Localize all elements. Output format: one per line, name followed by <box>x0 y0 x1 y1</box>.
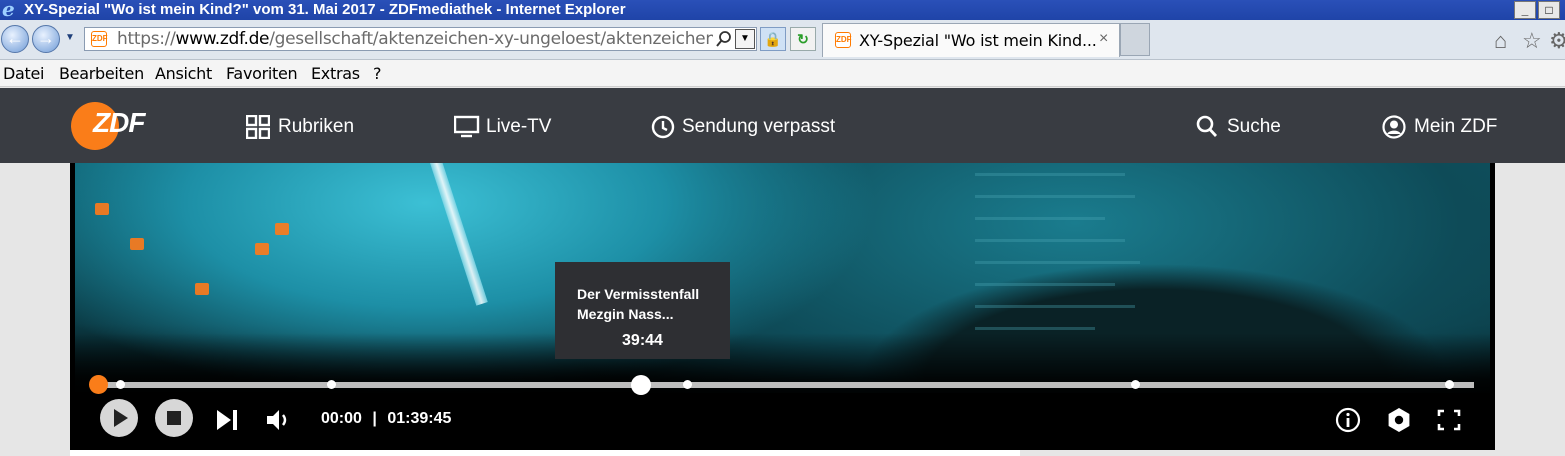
total-duration: 01:39:45 <box>387 410 452 427</box>
page-background-right <box>1495 163 1565 456</box>
home-icon[interactable]: ⌂ <box>1494 28 1507 54</box>
video-detail <box>975 327 1095 330</box>
refresh-icon[interactable]: ↻ <box>790 27 816 51</box>
nav-sendung-verpasst[interactable]: Sendung verpasst <box>651 115 851 139</box>
nav-suche[interactable]: Suche <box>1196 115 1296 139</box>
grid-icon <box>246 115 270 139</box>
video-detail <box>975 239 1125 242</box>
video-detail <box>255 243 269 255</box>
current-time: 00:00 <box>321 410 362 427</box>
nav-rubriken[interactable]: Rubriken <box>246 115 366 139</box>
site-header: ZDF Rubriken Live-TV Sendung verpasst Su… <box>0 88 1565 163</box>
site-favicon-icon: ZDF <box>91 31 108 47</box>
video-detail <box>975 217 1105 220</box>
time-separator: | <box>372 410 377 427</box>
next-chapter-icon[interactable] <box>215 408 241 432</box>
video-light-streak <box>430 163 488 306</box>
chapter-tooltip: Der Vermisstenfall Mezgin Nass... 39:44 <box>555 262 730 359</box>
controls-gradient <box>70 333 1495 450</box>
video-player[interactable]: Der Vermisstenfall Mezgin Nass... 39:44 … <box>70 163 1495 450</box>
video-detail <box>975 261 1140 264</box>
lock-icon[interactable]: 🔒 <box>760 27 786 51</box>
page-content-strip <box>70 450 1020 456</box>
hover-position-handle[interactable] <box>630 375 651 395</box>
forward-arrow-icon[interactable]: → <box>32 25 60 53</box>
nav-live-tv-label: Live-TV <box>486 116 552 137</box>
user-icon <box>1382 115 1406 139</box>
video-detail <box>975 283 1115 286</box>
play-button[interactable] <box>100 399 138 437</box>
nav-live-tv[interactable]: Live-TV <box>454 115 564 139</box>
maximize-button[interactable]: □ <box>1538 1 1560 19</box>
playhead-handle[interactable] <box>89 375 108 394</box>
nav-rubriken-label: Rubriken <box>278 116 355 137</box>
new-tab-button[interactable] <box>1120 23 1150 56</box>
internet-explorer-icon: e <box>2 0 15 21</box>
settings-icon[interactable] <box>1386 407 1412 433</box>
search-icon[interactable] <box>715 30 733 48</box>
window-title: XY-Spezial "Wo ist mein Kind?" vom 31. M… <box>24 1 626 18</box>
window-title-bar: e XY-Spezial "Wo ist mein Kind?" vom 31.… <box>0 0 1565 20</box>
close-tab-icon[interactable]: × <box>1099 30 1108 48</box>
stop-button[interactable] <box>155 399 193 437</box>
video-detail <box>95 203 109 215</box>
tab-title: XY-Spezial "Wo ist mein Kind... <box>859 31 1097 50</box>
zdf-logo-text: ZDF <box>93 107 145 138</box>
menu-bar: Datei Bearbeiten Ansicht Favoriten Extra… <box>0 60 1565 87</box>
chapter-marker[interactable] <box>1445 380 1455 389</box>
clock-icon <box>651 115 675 139</box>
nav-suche-label: Suche <box>1227 116 1281 137</box>
time-display: 00:00 | 01:39:45 <box>321 410 451 428</box>
chapter-marker[interactable] <box>682 380 692 389</box>
back-arrow-icon[interactable]: ← <box>1 25 29 53</box>
info-icon[interactable] <box>1335 407 1361 433</box>
video-detail <box>275 223 289 235</box>
gear-icon[interactable]: ⚙ <box>1549 28 1565 54</box>
menu-extras[interactable]: Extras <box>311 64 360 83</box>
nav-mein-zdf-label: Mein ZDF <box>1414 116 1498 137</box>
video-detail <box>195 283 209 295</box>
url-text[interactable]: https://www.zdf.de/gesellschaft/aktenzei… <box>117 28 713 50</box>
chapter-marker[interactable] <box>116 380 126 389</box>
history-dropdown-icon[interactable]: ▼ <box>63 30 77 46</box>
search-icon <box>1196 115 1218 137</box>
address-dropdown-icon[interactable]: ▼ <box>735 29 755 49</box>
video-detail <box>130 238 144 250</box>
address-toolbar: ← → ▼ ZDF https://www.zdf.de/gesellschaf… <box>0 20 1565 60</box>
timeline-scrubber[interactable] <box>89 375 1474 395</box>
chapter-tooltip-title: Der Vermisstenfall Mezgin Nass... <box>577 286 700 322</box>
menu-datei[interactable]: Datei <box>3 64 45 83</box>
address-field[interactable]: ZDF https://www.zdf.de/gesellschaft/akte… <box>84 27 757 51</box>
tab-favicon-icon: ZDF <box>835 32 852 48</box>
chapter-marker[interactable] <box>1130 380 1140 389</box>
play-icon <box>114 409 128 427</box>
video-detail <box>975 195 1135 198</box>
minimize-button[interactable]: _ <box>1514 1 1536 19</box>
star-icon[interactable]: ☆ <box>1522 28 1542 54</box>
menu-ansicht[interactable]: Ansicht <box>155 64 212 83</box>
stop-icon <box>167 411 181 425</box>
menu-favoriten[interactable]: Favoriten <box>226 64 298 83</box>
video-detail <box>975 305 1135 308</box>
volume-icon[interactable] <box>266 409 292 431</box>
monitor-icon <box>454 115 480 138</box>
fullscreen-icon[interactable] <box>1437 409 1461 431</box>
chapter-tooltip-time: 39:44 <box>622 332 663 349</box>
chapter-marker[interactable] <box>326 380 336 389</box>
browser-tab[interactable]: ZDF XY-Spezial "Wo ist mein Kind... × <box>822 23 1120 57</box>
menu-bearbeiten[interactable]: Bearbeiten <box>59 64 144 83</box>
video-detail <box>975 173 1125 176</box>
nav-sendung-verpasst-label: Sendung verpasst <box>682 116 836 137</box>
menu-help[interactable]: ? <box>373 64 382 83</box>
nav-mein-zdf[interactable]: Mein ZDF <box>1382 115 1512 139</box>
